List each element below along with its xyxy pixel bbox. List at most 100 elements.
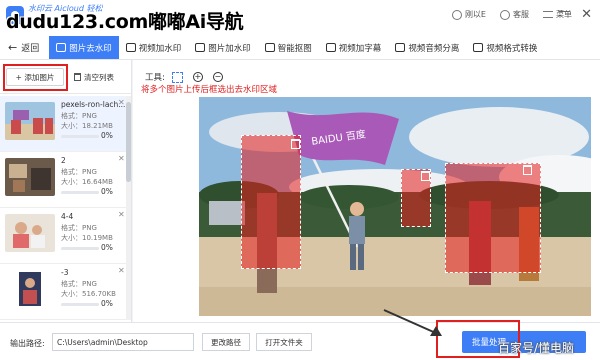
progress-bar — [61, 247, 99, 250]
tab-label: 视频加水印 — [138, 43, 182, 54]
list-item[interactable]: 4-4 格式：PNG 大小：10.19MB 0% ✕ — [0, 208, 126, 264]
audio-icon — [395, 43, 406, 52]
video-icon — [125, 43, 136, 52]
delete-region-icon[interactable] — [421, 171, 430, 181]
remove-file-icon[interactable]: ✕ — [118, 154, 125, 163]
user-icon — [451, 9, 462, 20]
close-icon[interactable]: ✕ — [581, 8, 592, 21]
title-actions: 刚以E 客服 菜单 — [451, 9, 572, 20]
tab-video-add-watermark[interactable]: 视频加水印 — [119, 36, 189, 59]
selection-region-1[interactable] — [241, 135, 301, 269]
file-list-toolbar: + 添加图片 清空列表 — [0, 60, 132, 94]
progress-percent: 0% — [101, 299, 113, 308]
tool-row: 工具: + − — [145, 70, 225, 84]
menu-icon — [543, 11, 553, 18]
tab-label: 视频音频分离 — [408, 43, 460, 54]
progress-bar — [61, 191, 99, 194]
open-folder-button[interactable]: 打开文件夹 — [256, 333, 312, 351]
file-list: pexels-ron-lach... 格式：PNG 大小：18.21MB 0% … — [0, 96, 126, 320]
file-name: pexels-ron-lach... — [61, 100, 126, 109]
account-label: 刚以E — [464, 10, 486, 19]
delete-region-icon[interactable] — [523, 165, 532, 175]
zoom-out-icon: − — [212, 72, 223, 82]
feature-tab-bar: ← 返回 图片去水印 视频加水印 图片加水印 智能抠图 视频加字幕 视频音频分离 — [0, 36, 600, 60]
file-thumbnail — [5, 214, 55, 252]
file-format: 格式：PNG — [61, 112, 97, 120]
source-credit-watermark: 百家号/懂电脑 — [498, 341, 575, 355]
trash-icon — [74, 73, 81, 81]
instruction-hint: 将多个图片上传后框选出去水印区域 — [141, 85, 278, 95]
remove-file-icon[interactable]: ✕ — [118, 210, 125, 219]
convert-icon — [473, 43, 484, 52]
scrollbar-thumb[interactable] — [126, 102, 131, 182]
list-item[interactable]: 2 格式：PNG 大小：16.64MB 0% ✕ — [0, 152, 126, 208]
beach-thumbnail-image — [5, 102, 55, 140]
tab-label: 视频加字幕 — [338, 43, 382, 54]
file-name: 4-4 — [61, 212, 74, 221]
tab-video-format-convert[interactable]: 视频格式转换 — [466, 36, 544, 59]
family-thumbnail-image — [5, 214, 55, 252]
file-format: 格式：PNG — [61, 280, 97, 288]
annotation-highlight-box — [3, 64, 68, 91]
selection-region-3[interactable] — [445, 163, 541, 273]
change-path-button[interactable]: 更改路径 — [202, 333, 250, 351]
headset-icon — [500, 9, 510, 20]
select-region-tool[interactable] — [171, 70, 185, 84]
subtitle-icon — [325, 43, 336, 52]
portrait-thumbnail-image — [5, 270, 55, 308]
progress-bar — [61, 303, 99, 306]
file-format: 格式：PNG — [61, 168, 97, 176]
file-thumbnail — [5, 102, 55, 140]
list-item[interactable]: pexels-ron-lach... 格式：PNG 大小：18.21MB 0% … — [0, 96, 126, 152]
remove-file-icon[interactable]: ✕ — [118, 98, 125, 107]
image-canvas[interactable]: BAIDU 百度 — [199, 97, 591, 316]
file-list-scrollbar[interactable] — [126, 96, 131, 320]
remove-file-icon[interactable]: ✕ — [118, 266, 125, 275]
cutout-icon — [264, 43, 275, 52]
tab-audio-separate[interactable]: 视频音频分离 — [388, 36, 466, 59]
file-name: 2 — [61, 156, 66, 165]
list-item[interactable]: -3 格式：PNG 大小：516.70KB 0% ✕ — [0, 264, 126, 320]
back-button[interactable]: ← 返回 — [0, 36, 49, 59]
title-bar: 水印云 Aicloud 轻松 dudu123.com嘟嘟Ai导航 刚以E 客服 … — [0, 0, 600, 36]
output-path-field[interactable]: C:\Users\admin\Desktop — [52, 333, 194, 351]
progress-percent: 0% — [101, 131, 113, 140]
file-size: 大小：10.19MB — [61, 234, 113, 242]
progress-percent: 0% — [101, 243, 113, 252]
image-icon — [56, 43, 67, 52]
file-list-panel: + 添加图片 清空列表 pexels-ron-lach... 格式：PNG 大小… — [0, 60, 132, 322]
tab-label: 图片去水印 — [69, 43, 112, 54]
clear-list-label: 清空列表 — [84, 72, 114, 82]
clear-list-button[interactable]: 清空列表 — [74, 68, 128, 86]
file-thumbnail — [5, 158, 55, 196]
tab-video-subtitles[interactable]: 视频加字幕 — [319, 36, 389, 59]
file-size: 大小：516.70KB — [61, 290, 116, 298]
room-thumbnail-image — [5, 158, 55, 196]
tab-image-remove-watermark[interactable]: 图片去水印 — [49, 36, 119, 59]
tools-label: 工具: — [145, 73, 165, 83]
file-format: 格式：PNG — [61, 224, 97, 232]
tab-smart-cutout[interactable]: 智能抠图 — [258, 36, 319, 59]
progress-bar — [61, 135, 99, 138]
site-watermark-text: dudu123.com嘟嘟Ai导航 — [6, 11, 244, 33]
image-icon — [195, 43, 206, 52]
zoom-out-button[interactable]: − — [211, 70, 225, 84]
output-path-label: 输出路径: — [10, 339, 45, 348]
account-button[interactable]: 刚以E — [451, 9, 486, 20]
support-label: 客服 — [513, 10, 529, 19]
file-size: 大小：18.21MB — [61, 122, 113, 130]
delete-region-icon[interactable] — [291, 139, 300, 149]
support-button[interactable]: 客服 — [500, 9, 529, 20]
annotation-arrow-icon — [383, 309, 442, 336]
tab-label: 图片加水印 — [208, 43, 251, 54]
editor-area: 工具: + − 将多个图片上传后框选出去水印区域 BAIDU 百度 — [133, 60, 600, 322]
back-label: 返回 — [21, 44, 40, 54]
app-window: 水印云 Aicloud 轻松 dudu123.com嘟嘟Ai导航 刚以E 客服 … — [0, 0, 600, 360]
tab-image-add-watermark[interactable]: 图片加水印 — [188, 36, 258, 59]
file-thumbnail — [5, 270, 55, 308]
back-arrow-icon: ← — [8, 41, 18, 54]
minimize-icon[interactable]: — — [558, 4, 570, 18]
file-name: -3 — [61, 268, 69, 277]
progress-percent: 0% — [101, 187, 113, 196]
zoom-in-button[interactable]: + — [191, 70, 205, 84]
